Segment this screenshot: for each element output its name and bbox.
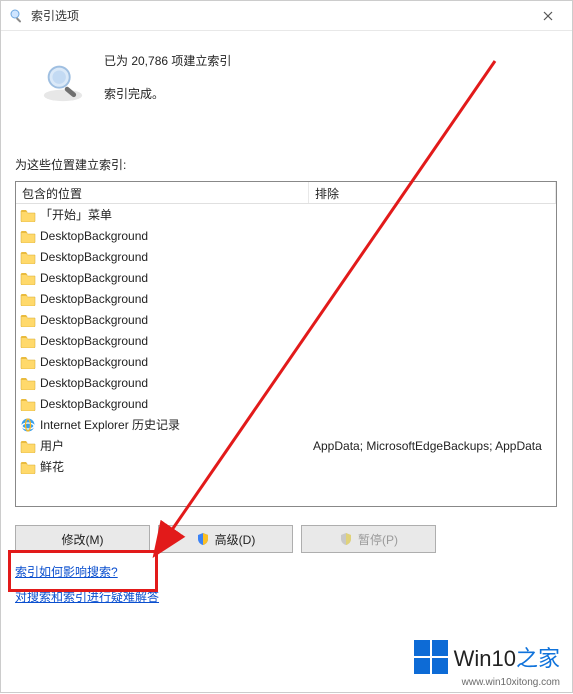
list-item[interactable]: DesktopBackground bbox=[16, 330, 556, 351]
branding-url: www.win10xitong.com bbox=[462, 677, 560, 688]
index-status-text: 索引完成。 bbox=[104, 85, 231, 102]
titlebar: 索引选项 bbox=[1, 1, 572, 31]
locations-label: 为这些位置建立索引: bbox=[15, 156, 558, 173]
list-item[interactable]: DesktopBackground bbox=[16, 225, 556, 246]
folder-icon bbox=[20, 313, 36, 327]
location-name: DesktopBackground bbox=[40, 250, 148, 264]
column-excluded[interactable]: 排除 bbox=[309, 182, 556, 203]
modify-button[interactable]: 修改(M) bbox=[15, 525, 150, 553]
indexing-options-icon bbox=[9, 8, 25, 24]
folder-icon bbox=[20, 460, 36, 474]
window-title: 索引选项 bbox=[31, 7, 79, 24]
list-item[interactable]: Internet Explorer 历史记录 bbox=[16, 414, 556, 435]
list-item[interactable]: DesktopBackground bbox=[16, 246, 556, 267]
location-name: 「开始」菜单 bbox=[40, 206, 112, 223]
list-item[interactable]: DesktopBackground bbox=[16, 267, 556, 288]
list-item[interactable]: 「开始」菜单 bbox=[16, 204, 556, 225]
shield-icon bbox=[339, 532, 353, 546]
location-name: DesktopBackground bbox=[40, 355, 148, 369]
modify-button-label: 修改(M) bbox=[62, 531, 104, 548]
pause-button: 暂停(P) bbox=[301, 525, 436, 553]
location-name: DesktopBackground bbox=[40, 271, 148, 285]
folder-icon bbox=[20, 292, 36, 306]
brand-text-2: 之家 bbox=[516, 646, 560, 671]
advanced-button-label: 高级(D) bbox=[215, 531, 256, 548]
location-excluded: AppData; MicrosoftEdgeBackups; AppData bbox=[309, 439, 556, 453]
list-item[interactable]: DesktopBackground bbox=[16, 288, 556, 309]
shield-icon bbox=[196, 532, 210, 546]
location-name: DesktopBackground bbox=[40, 397, 148, 411]
location-name: DesktopBackground bbox=[40, 376, 148, 390]
location-name: Internet Explorer 历史记录 bbox=[40, 416, 180, 433]
locations-list[interactable]: 包含的位置 排除 「开始」菜单 DesktopBackground DesktopB… bbox=[15, 181, 557, 507]
advanced-button[interactable]: 高级(D) bbox=[158, 525, 293, 553]
list-item[interactable]: DesktopBackground bbox=[16, 309, 556, 330]
column-included[interactable]: 包含的位置 bbox=[16, 182, 309, 203]
list-item[interactable]: DesktopBackground bbox=[16, 393, 556, 414]
pause-button-label: 暂停(P) bbox=[358, 531, 398, 548]
folder-icon bbox=[20, 250, 36, 264]
ie-icon bbox=[20, 417, 36, 433]
brand-text-1: Win10 bbox=[454, 646, 516, 671]
close-button[interactable] bbox=[526, 2, 570, 30]
folder-icon bbox=[20, 376, 36, 390]
folder-icon bbox=[20, 334, 36, 348]
folder-icon bbox=[20, 439, 36, 453]
index-count-text: 已为 20,786 项建立索引 bbox=[104, 52, 231, 69]
help-link-troubleshoot[interactable]: 对搜索和索引进行疑难解答 bbox=[15, 588, 159, 605]
location-name: 用户 bbox=[40, 437, 64, 454]
help-link-how[interactable]: 索引如何影响搜索? bbox=[15, 563, 118, 580]
location-name: DesktopBackground bbox=[40, 334, 148, 348]
index-summary: 已为 20,786 项建立索引 索引完成。 bbox=[40, 46, 558, 104]
folder-icon bbox=[20, 271, 36, 285]
list-item[interactable]: DesktopBackground bbox=[16, 372, 556, 393]
location-name: DesktopBackground bbox=[40, 292, 148, 306]
folder-icon bbox=[20, 208, 36, 222]
branding-logo: Win10之家 bbox=[414, 640, 560, 674]
folder-icon bbox=[20, 229, 36, 243]
list-item[interactable]: 鲜花 bbox=[16, 456, 556, 477]
folder-icon bbox=[20, 355, 36, 369]
location-name: 鲜花 bbox=[40, 458, 64, 475]
magnifier-icon bbox=[40, 58, 86, 104]
list-item[interactable]: 用户 AppData; MicrosoftEdgeBackups; AppData bbox=[16, 435, 556, 456]
folder-icon bbox=[20, 397, 36, 411]
location-name: DesktopBackground bbox=[40, 229, 148, 243]
location-name: DesktopBackground bbox=[40, 313, 148, 327]
windows-logo-icon bbox=[414, 640, 448, 674]
locations-header: 包含的位置 排除 bbox=[16, 182, 556, 204]
list-item[interactable]: DesktopBackground bbox=[16, 351, 556, 372]
